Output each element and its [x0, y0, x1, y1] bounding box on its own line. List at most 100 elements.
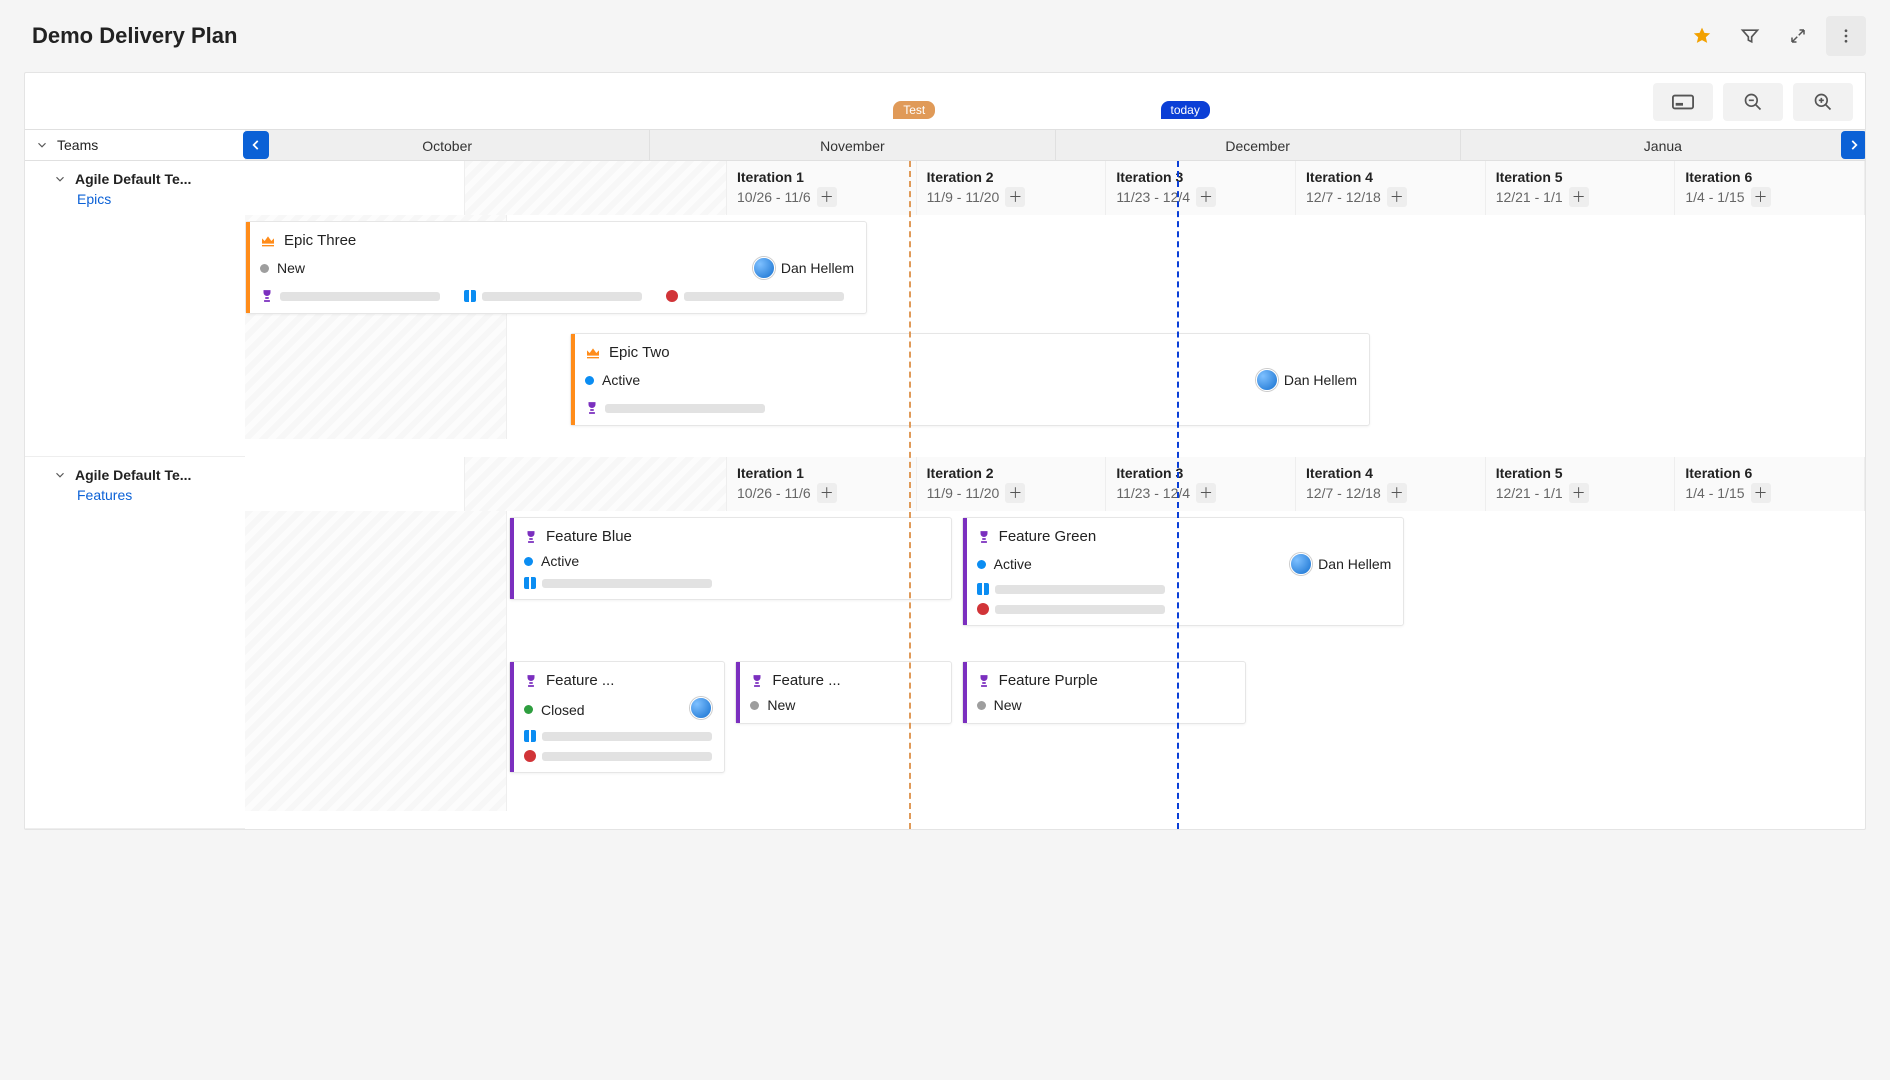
feature-card[interactable]: Feature Purple New: [962, 661, 1246, 724]
feature-type-icon: [977, 530, 991, 544]
iteration-header: Iteration 3 11/23 - 12/4 ＋: [1106, 161, 1296, 215]
avatar: [1256, 369, 1278, 391]
add-item-button[interactable]: ＋: [1569, 187, 1589, 207]
favorite-button[interactable]: [1682, 16, 1722, 56]
avatar: [753, 257, 775, 279]
add-item-button[interactable]: ＋: [1751, 187, 1771, 207]
add-item-button[interactable]: ＋: [1005, 187, 1025, 207]
card-state: New: [277, 260, 305, 276]
rollup: [260, 289, 440, 303]
collapse-button[interactable]: [1778, 16, 1818, 56]
iteration-header: Iteration 5 12/21 - 1/1 ＋: [1486, 161, 1676, 215]
add-item-button[interactable]: ＋: [1196, 483, 1216, 503]
month-header: October: [245, 130, 649, 160]
iteration-header: Iteration 3 11/23 - 12/4 ＋: [1106, 457, 1296, 511]
iteration-range: 11/23 - 12/4: [1116, 485, 1190, 501]
card-assignee: Dan Hellem: [1318, 556, 1391, 572]
more-button[interactable]: [1826, 16, 1866, 56]
marker-today[interactable]: today: [1161, 101, 1210, 119]
card-title: Feature ...: [772, 672, 840, 689]
card-title: Epic Two: [609, 344, 670, 361]
card-assignee: Dan Hellem: [781, 260, 854, 276]
iteration-name: Iteration 4: [1306, 169, 1475, 185]
iteration-name: Iteration 6: [1685, 169, 1854, 185]
feature-type-icon: [524, 530, 538, 544]
feature-type-icon: [524, 674, 538, 688]
card-state: Closed: [541, 702, 585, 718]
feature-card[interactable]: Feature ... Closed: [509, 661, 725, 773]
rollup: [977, 603, 1392, 615]
iteration-range: 11/9 - 11/20: [927, 189, 1000, 205]
epic-card[interactable]: Epic Three New Dan Hellem: [245, 221, 867, 314]
card-title: Feature Purple: [999, 672, 1098, 689]
rollup: [977, 583, 1392, 595]
feature-type-icon: [750, 674, 764, 688]
iteration-range: 1/4 - 1/15: [1685, 189, 1744, 205]
add-item-button[interactable]: ＋: [1387, 187, 1407, 207]
scroll-left-button[interactable]: [243, 131, 269, 159]
iteration-name: Iteration 3: [1116, 465, 1285, 481]
epic-card[interactable]: Epic Two ActiveDan Hellem: [570, 333, 1370, 426]
rollup: [524, 750, 712, 762]
marker-test[interactable]: Test: [893, 101, 935, 119]
add-item-button[interactable]: ＋: [1751, 483, 1771, 503]
backlog-link[interactable]: Epics: [77, 191, 233, 207]
chevron-down-icon[interactable]: [35, 138, 49, 152]
card-assignee: Dan Hellem: [1284, 372, 1357, 388]
iteration-range: 11/9 - 11/20: [927, 485, 1000, 501]
iteration-range: 12/7 - 12/18: [1306, 189, 1381, 205]
feature-type-icon: [977, 674, 991, 688]
rollup: [524, 730, 712, 742]
add-item-button[interactable]: ＋: [1569, 483, 1589, 503]
iteration-range: 1/4 - 1/15: [1685, 485, 1744, 501]
team-name: Agile Default Te...: [75, 467, 191, 483]
iteration-header: Iteration 6 1/4 - 1/15 ＋: [1675, 457, 1865, 511]
iteration-header: Iteration 4 12/7 - 12/18 ＋: [1296, 161, 1486, 215]
state-dot: [977, 701, 986, 710]
iteration-header: Iteration 1 10/26 - 11/6 ＋: [727, 457, 917, 511]
teams-label: Teams: [57, 137, 98, 153]
chevron-down-icon[interactable]: [53, 468, 67, 482]
feature-card[interactable]: Feature ... New: [735, 661, 951, 724]
backlog-link[interactable]: Features: [77, 487, 233, 503]
add-item-button[interactable]: ＋: [1387, 483, 1407, 503]
avatar: [1290, 553, 1312, 575]
iteration-range: 11/23 - 12/4: [1116, 189, 1190, 205]
card-title: Feature ...: [546, 672, 614, 689]
add-item-button[interactable]: ＋: [817, 187, 837, 207]
card-state: New: [994, 697, 1022, 713]
add-item-button[interactable]: ＋: [1005, 483, 1025, 503]
feature-card[interactable]: Feature Blue Active: [509, 517, 952, 600]
filter-button[interactable]: [1730, 16, 1770, 56]
chevron-right-icon: [1847, 138, 1861, 152]
month-header: November: [649, 130, 1054, 160]
chevron-down-icon[interactable]: [53, 172, 67, 186]
state-dot: [524, 705, 533, 714]
page-title: Demo Delivery Plan: [32, 23, 237, 49]
add-item-button[interactable]: ＋: [1196, 187, 1216, 207]
iteration-name: Iteration 2: [927, 169, 1096, 185]
filter-icon: [1740, 26, 1760, 46]
feature-card[interactable]: Feature Green ActiveDan Hellem: [962, 517, 1405, 626]
month-header: Janua: [1460, 130, 1865, 160]
add-item-button[interactable]: ＋: [817, 483, 837, 503]
iteration-header: Iteration 2 11/9 - 11/20 ＋: [917, 457, 1107, 511]
state-dot: [524, 557, 533, 566]
rollup: [585, 401, 765, 415]
more-icon: [1837, 27, 1855, 45]
rollup: [464, 290, 642, 302]
rollup: [524, 577, 939, 589]
epic-type-icon: [585, 345, 601, 361]
scroll-right-button[interactable]: [1841, 131, 1866, 159]
iteration-header: Iteration 4 12/7 - 12/18 ＋: [1296, 457, 1486, 511]
month-header: December: [1055, 130, 1460, 160]
card-title: Epic Three: [284, 232, 356, 249]
state-dot: [750, 701, 759, 710]
card-state: New: [767, 697, 795, 713]
iteration-name: Iteration 5: [1496, 465, 1665, 481]
iteration-name: Iteration 5: [1496, 169, 1665, 185]
state-dot: [585, 376, 594, 385]
epic-type-icon: [260, 233, 276, 249]
collapse-icon: [1789, 27, 1807, 45]
card-state: Active: [994, 556, 1032, 572]
